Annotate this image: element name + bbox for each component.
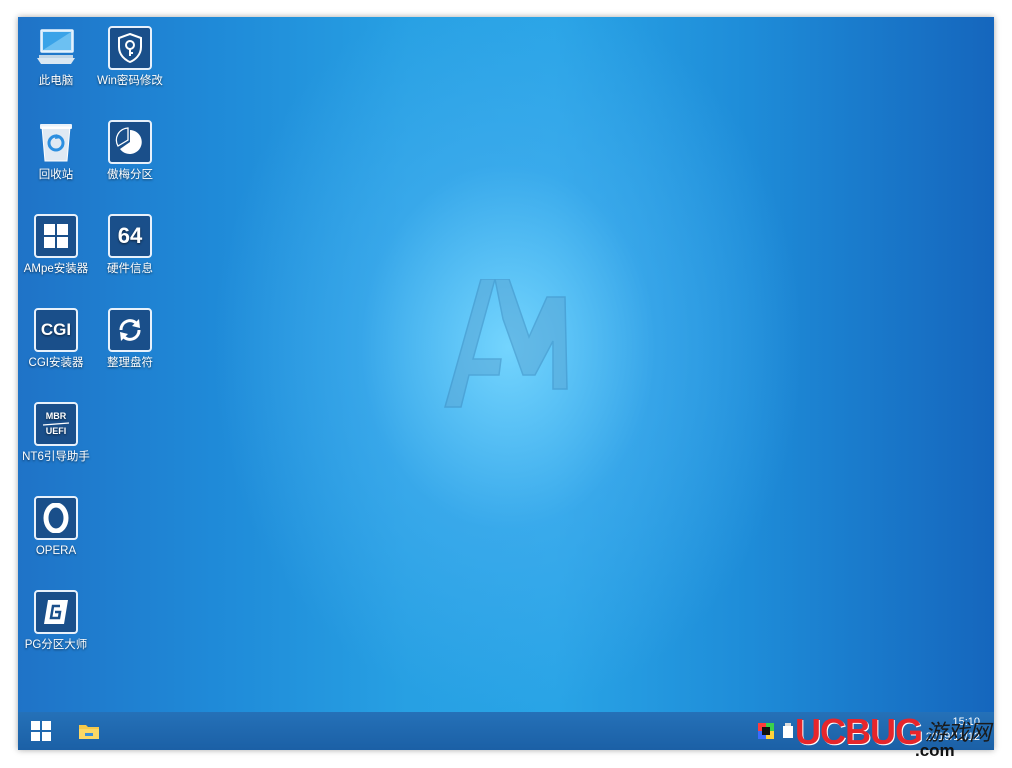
desktop-icon-cgi-installer[interactable]: CGI CGI安装器 [20, 308, 92, 370]
desktop-icon-aomei-partition[interactable]: 傲梅分区 [94, 120, 166, 182]
shield-key-icon [108, 26, 152, 70]
opera-icon [34, 496, 78, 540]
desktop-icon-opera[interactable]: OPERA [20, 496, 92, 558]
tray-app-icon[interactable] [782, 723, 794, 739]
partition-pie-icon [108, 120, 152, 164]
desktop-icon-ampe-installer[interactable]: AMpe安装器 [20, 214, 92, 276]
desktop-icon-this-pc[interactable]: 此电脑 [20, 26, 92, 88]
desktop-icon-label: 整理盘符 [107, 357, 153, 369]
am-logo-watermark [444, 279, 568, 408]
desktop-icon-label: OPERA [35, 545, 77, 557]
site-watermark: UCBUG 游戏网 .com [795, 711, 1010, 763]
desktop-background: 此电脑 回收站 AMpe安装器 CGI CGI安装器 MBR UEFI NT6引… [18, 17, 994, 712]
windows-logo-icon [34, 214, 78, 258]
desktop-icon-win-password[interactable]: Win密码修改 [94, 26, 166, 88]
desktop-icon-label: 回收站 [38, 169, 74, 181]
computer-icon [34, 26, 78, 70]
cgi-icon: CGI [34, 308, 78, 352]
desktop-icon-label: 傲梅分区 [107, 169, 153, 181]
cgi-tile-text: CGI [40, 320, 72, 339]
desktop-icon-hardware-info[interactable]: 64 硬件信息 [94, 214, 166, 276]
desktop-icon-label: CGI安装器 [28, 357, 84, 369]
desktop-icon-pg-partition[interactable]: PG分区大师 [20, 590, 92, 652]
recycle-bin-icon [34, 120, 78, 164]
file-explorer-button[interactable] [66, 712, 112, 750]
desktop-icon-nt6-boot[interactable]: MBR UEFI NT6引导助手 [20, 402, 92, 464]
desktop-icon-label: Win密码修改 [97, 75, 163, 87]
desktop-icon-recycle-bin[interactable]: 回收站 [20, 120, 92, 182]
watermark-brand: UCBUG [795, 711, 923, 752]
screenshot-frame: 此电脑 回收站 AMpe安装器 CGI CGI安装器 MBR UEFI NT6引… [18, 17, 994, 750]
refresh-cycle-icon [108, 308, 152, 352]
mbr-text: MBR [45, 411, 67, 421]
desktop-icon-label: AMpe安装器 [23, 263, 89, 275]
file-explorer-icon [79, 725, 99, 739]
desktop-icon-label: 此电脑 [38, 75, 74, 87]
desktop-icon-label: 硬件信息 [107, 263, 153, 275]
windows-start-icon [31, 721, 51, 741]
start-button[interactable] [18, 712, 64, 750]
system-tray [758, 721, 794, 741]
mbr-uefi-icon: MBR UEFI [34, 402, 78, 446]
uefi-text: UEFI [45, 426, 67, 436]
watermark-domain: .com [915, 741, 955, 760]
pg-partition-icon [34, 590, 78, 634]
desktop-icon-label: PG分区大师 [24, 639, 88, 651]
hardware-64-icon: 64 [108, 214, 152, 258]
color-picker-icon[interactable] [758, 723, 774, 739]
desktop-icon-drive-letters[interactable]: 整理盘符 [94, 308, 166, 370]
hardware-tile-text: 64 [117, 223, 143, 248]
desktop-icon-label: NT6引导助手 [22, 451, 90, 463]
